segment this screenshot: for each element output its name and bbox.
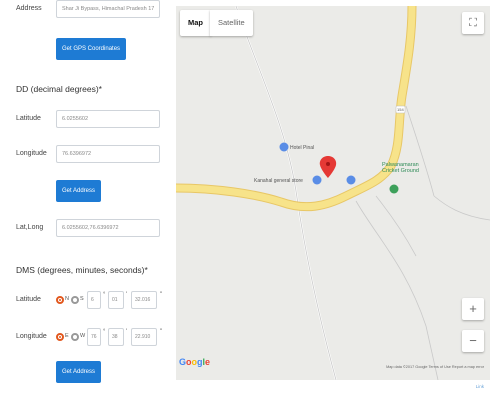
west-label: W (80, 333, 86, 339)
north-radio[interactable] (56, 296, 64, 304)
south-radio[interactable] (71, 296, 79, 304)
map-view[interactable]: Map Satellite ⛶ Hotel Pinal Kanahal gene… (176, 6, 490, 380)
google-logo: Google (179, 357, 211, 367)
lon-minute-symbol: ' (126, 329, 128, 335)
location-marker-dot (326, 162, 330, 166)
map-canvas (176, 6, 490, 380)
lon-minutes-input[interactable] (108, 328, 124, 346)
latitude-label: Latitude (16, 115, 41, 122)
dms-latitude-label: Latitude (16, 296, 41, 303)
address-label: Address (16, 5, 42, 12)
coordinates-form: Address Get GPS Coordinates DD (decimal … (0, 0, 176, 394)
lat-minute-symbol: ' (126, 292, 128, 298)
dms-longitude-label: Longitude (16, 333, 47, 340)
lat-degree-symbol: ° (103, 292, 106, 298)
latitude-input[interactable] (56, 110, 160, 128)
address-input[interactable] (56, 0, 160, 18)
minor-road (375, 195, 417, 257)
get-address-dms-button[interactable]: Get Address (56, 361, 102, 383)
dd-section-title: DD (decimal degrees)* (16, 84, 102, 94)
dms-section-title: DMS (degrees, minutes, seconds)* (16, 265, 148, 275)
road-number-label: 154 (397, 107, 404, 112)
lon-degree-symbol: ° (103, 329, 106, 335)
longitude-input[interactable] (56, 145, 160, 163)
minor-road (355, 200, 439, 380)
map-attribution[interactable]: Map data ©2017 Google Terms of Use Repor… (386, 365, 484, 369)
lon-seconds-input[interactable] (131, 328, 157, 346)
get-gps-coordinates-button[interactable]: Get GPS Coordinates (56, 38, 127, 60)
zoom-out-button[interactable]: − (462, 330, 484, 352)
lat-second-symbol: " (160, 292, 163, 298)
minor-road (433, 195, 490, 221)
store-poi-icon (312, 175, 322, 185)
zoom-in-button[interactable]: + (462, 298, 484, 320)
map-type-satellite-button[interactable]: Satellite (210, 10, 253, 36)
north-label: N (65, 296, 69, 302)
west-radio[interactable] (71, 333, 79, 341)
lon-second-symbol: " (160, 329, 163, 335)
lat-seconds-input[interactable] (131, 291, 157, 309)
blue-poi-icon (346, 175, 356, 185)
location-marker-icon (319, 156, 337, 178)
ground-place-label: Palwanamaran Cricket Ground (382, 162, 419, 174)
ground-poi-icon (389, 184, 399, 194)
map-type-map-button[interactable]: Map (180, 10, 211, 36)
lat-minutes-input[interactable] (108, 291, 124, 309)
east-label: E (65, 333, 69, 339)
get-address-button[interactable]: Get Address (56, 180, 102, 202)
lon-degrees-input[interactable] (87, 328, 101, 346)
south-label: S (80, 296, 84, 302)
longitude-label: Longitude (16, 150, 47, 157)
fullscreen-icon[interactable]: ⛶ (462, 12, 484, 34)
bottom-link[interactable]: Link (476, 384, 484, 389)
minor-road (405, 105, 435, 197)
hotel-place-label: Hotel Pinal (290, 145, 315, 151)
latlong-input[interactable] (56, 219, 160, 237)
east-radio[interactable] (56, 333, 64, 341)
latlong-label: Lat,Long (16, 224, 44, 231)
hotel-poi-icon (279, 142, 289, 152)
lat-degrees-input[interactable] (87, 291, 101, 309)
store-place-label: Kanahal general store (254, 178, 303, 184)
